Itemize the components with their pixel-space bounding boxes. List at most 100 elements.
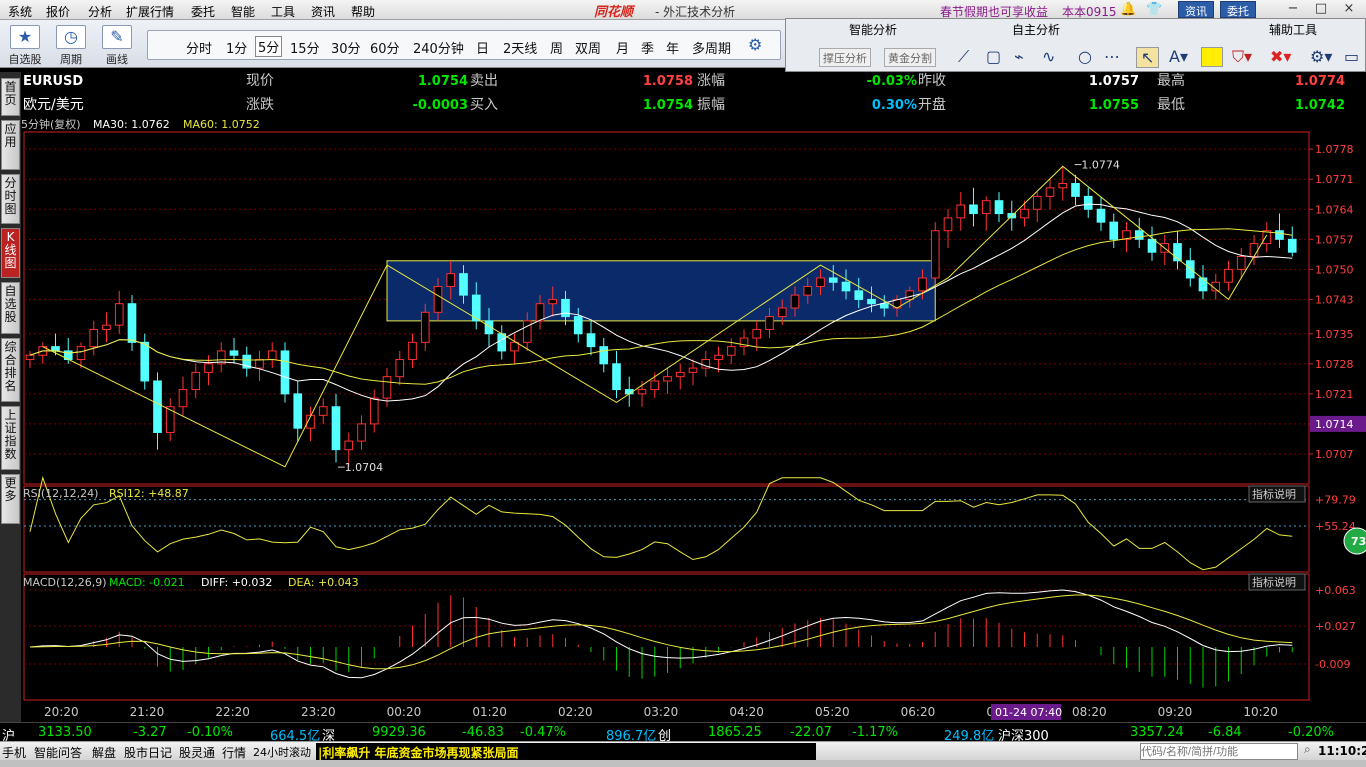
chart-area[interactable]: EURUSD 欧元/美元 现价 1.0754 卖出 1.0758 涨幅 -0.03% 昨收 1… — [21, 72, 1366, 722]
menu-smart[interactable]: 智能 — [231, 3, 255, 20]
macd-tick-label: +0.063 — [1315, 584, 1356, 597]
menu-help[interactable]: 帮助 — [351, 3, 375, 20]
delete-icon[interactable]: ✖▾ — [1270, 47, 1291, 66]
period-tool[interactable]: ◷ 周期 — [52, 23, 90, 67]
period-1min[interactable]: 1分 — [226, 38, 247, 57]
candle-body — [51, 346, 60, 352]
index-hs300-change: -6.84 — [1208, 725, 1242, 740]
search-input[interactable] — [1140, 743, 1298, 760]
status-qa[interactable]: 智能问答 — [34, 744, 82, 761]
candle-body — [612, 363, 621, 391]
candle-body — [994, 200, 1004, 215]
bell-icon[interactable]: 🔔 — [1120, 2, 1136, 17]
candle-body — [153, 380, 162, 433]
maximize-button[interactable]: □ — [1310, 1, 1332, 18]
watchlist-tool[interactable]: ★ 自选股 — [6, 23, 44, 67]
nav-tab-kline[interactable]: K线图 — [1, 228, 20, 278]
menu-system[interactable]: 系统 — [8, 3, 32, 20]
nav-tab-more[interactable]: 更多 — [1, 474, 20, 524]
index-sz-value[interactable]: 9929.36 — [372, 725, 426, 740]
period-5min[interactable]: 5分 — [255, 36, 283, 57]
text-icon[interactable]: A▾ — [1169, 47, 1188, 66]
quote-value: 1.0758 — [643, 74, 693, 89]
price-tick-label: 1.0778 — [1315, 143, 1354, 156]
clock: 11:10:21 — [1318, 744, 1366, 758]
rsi-explain-button[interactable]: 指标说明 — [1252, 487, 1296, 501]
nav-tab-apps[interactable]: 应用 — [1, 120, 20, 170]
status-comment[interactable]: 解盘 — [92, 744, 116, 761]
period-year[interactable]: 年 — [666, 38, 679, 57]
search-icon[interactable]: ⌕ — [1304, 742, 1311, 757]
menu-analysis[interactable]: 分析 — [88, 3, 112, 20]
index-sh-value[interactable]: 3133.50 — [38, 725, 92, 740]
news-button[interactable]: 资讯 — [1178, 1, 1214, 18]
menu-tools[interactable]: 工具 — [271, 3, 295, 20]
status-mobile[interactable]: 手机 — [2, 744, 26, 761]
period-15min[interactable]: 15分 — [290, 38, 320, 57]
rect-draw-icon[interactable]: ▢ — [986, 47, 1001, 66]
shirt-icon[interactable]: 👕 — [1146, 2, 1162, 17]
more-icon[interactable]: ⋯ — [1104, 47, 1120, 66]
index-cy-value[interactable]: 1865.25 — [708, 725, 762, 740]
status-diary[interactable]: 股市日记 — [124, 744, 172, 761]
path-draw-icon[interactable]: ⌁ — [1014, 47, 1024, 66]
candle-body — [344, 440, 354, 451]
candle-body — [369, 397, 379, 425]
left-nav: 首页 应用 分时图 K线图 自选股 综合排名 上证指数 更多 — [0, 72, 21, 742]
quote-value: 1.0754 — [643, 98, 693, 113]
draw-tool[interactable]: ✎ 画线 — [98, 23, 136, 67]
period-week[interactable]: 周 — [550, 38, 563, 57]
gear-icon[interactable]: ⚙ — [748, 35, 762, 54]
pointer-icon[interactable]: ↖ — [1136, 47, 1160, 68]
period-2day[interactable]: 2天线 — [503, 38, 537, 57]
nav-tab-ranking[interactable]: 综合排名 — [1, 338, 20, 402]
period-quarter[interactable]: 季 — [641, 38, 654, 57]
news-ticker[interactable]: |利率飙升 年底资金市场再现紧张局面 — [316, 743, 816, 760]
trade-button[interactable]: 委托 — [1220, 1, 1256, 18]
period-month[interactable]: 月 — [616, 38, 629, 57]
drawn-rectangle[interactable] — [386, 260, 936, 322]
window-icon[interactable]: ▭ — [1344, 47, 1359, 66]
candle-body — [114, 303, 124, 326]
period-multi[interactable]: 多周期 — [692, 38, 731, 57]
panel-frame — [23, 485, 1310, 573]
period-2week[interactable]: 双周 — [575, 38, 601, 57]
candle-body — [854, 290, 864, 300]
settings-icon[interactable]: ⚙▾ — [1310, 47, 1332, 66]
support-resistance-button[interactable]: 撑压分析 — [819, 48, 871, 67]
golden-section-button[interactable]: 黄金分割 — [884, 48, 936, 67]
menu-quote[interactable]: 报价 — [46, 3, 70, 20]
nav-tab-intraday[interactable]: 分时图 — [1, 174, 20, 224]
smart-analysis-header: 智能分析 — [849, 23, 898, 37]
wave-draw-icon[interactable]: ∿ — [1042, 47, 1055, 66]
period-intraday[interactable]: 分时 — [186, 38, 212, 57]
minimize-button[interactable]: − — [1282, 1, 1304, 18]
menu-trade[interactable]: 委托 — [191, 3, 215, 20]
period-60min[interactable]: 60分 — [370, 38, 400, 57]
period-day[interactable]: 日 — [476, 38, 489, 57]
period-label: 5分钟(复权) — [21, 117, 81, 131]
candle-body — [1096, 208, 1106, 223]
menu-extended[interactable]: 扩展行情 — [126, 3, 174, 20]
candle-body — [1249, 243, 1259, 257]
macd-explain-button[interactable]: 指标说明 — [1252, 575, 1296, 589]
menu-news[interactable]: 资讯 — [311, 3, 335, 20]
color-swatch[interactable] — [1201, 47, 1223, 67]
close-button[interactable]: × — [1338, 1, 1360, 18]
index-hs300-value[interactable]: 3357.24 — [1130, 725, 1184, 740]
quote-value: 1.0757 — [1089, 74, 1139, 89]
nav-tab-home[interactable]: 首页 — [1, 78, 20, 116]
circle-draw-icon[interactable]: ○ — [1078, 47, 1092, 66]
period-240min[interactable]: 240分钟 — [413, 38, 464, 57]
status-24h[interactable]: 24小时滚动 — [253, 744, 311, 760]
candle-body — [420, 311, 430, 343]
nav-tab-watchlist[interactable]: 自选股 — [1, 282, 20, 334]
nav-tab-shindex[interactable]: 上证指数 — [1, 406, 20, 470]
status-stock-pal[interactable]: 股灵通 — [179, 744, 215, 761]
status-quote[interactable]: 行情 — [222, 744, 246, 761]
period-30min[interactable]: 30分 — [331, 38, 361, 57]
candle-body — [1275, 230, 1284, 240]
quote-label: 现价 — [246, 73, 274, 89]
line-draw-icon[interactable]: ⟋ — [958, 47, 969, 67]
bookmark-icon[interactable]: ⛉▾ — [1232, 47, 1252, 67]
